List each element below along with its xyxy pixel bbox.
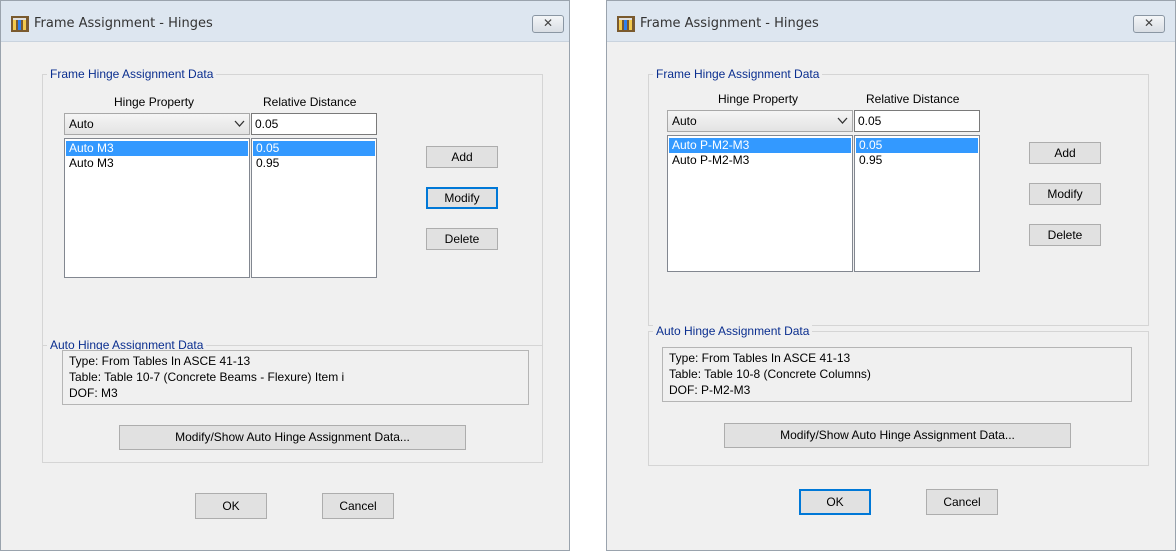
list-item[interactable]: Auto M3 bbox=[66, 156, 248, 171]
modify-button[interactable]: Modify bbox=[1029, 183, 1101, 205]
close-icon: ✕ bbox=[542, 16, 554, 30]
hinge-property-selected: Auto bbox=[69, 117, 94, 131]
list-item[interactable]: Auto P-M2-M3 bbox=[669, 138, 851, 153]
window-title: Frame Assignment - Hinges bbox=[34, 16, 213, 31]
list-item[interactable]: Auto P-M2-M3 bbox=[669, 153, 851, 168]
hinge-property-list[interactable]: Auto P-M2-M3 Auto P-M2-M3 bbox=[667, 135, 853, 272]
modify-show-auto-hinge-button[interactable]: Modify/Show Auto Hinge Assignment Data..… bbox=[724, 423, 1071, 448]
delete-button[interactable]: Delete bbox=[1029, 224, 1101, 246]
close-button[interactable]: ✕ bbox=[1133, 15, 1165, 33]
add-button[interactable]: Add bbox=[1029, 142, 1101, 164]
frame-hinge-group-legend: Frame Hinge Assignment Data bbox=[653, 67, 823, 81]
table-line: Table: Table 10-7 (Concrete Beams - Flex… bbox=[69, 370, 345, 384]
chevron-down-icon bbox=[837, 117, 848, 124]
list-item[interactable]: 0.05 bbox=[253, 141, 375, 156]
modify-button[interactable]: Modify bbox=[426, 187, 498, 209]
delete-button[interactable]: Delete bbox=[426, 228, 498, 250]
frame-hinge-group-legend: Frame Hinge Assignment Data bbox=[47, 67, 217, 81]
type-line: Type: From Tables In ASCE 41-13 bbox=[669, 351, 851, 365]
title-bar: Frame Assignment - Hinges ✕ bbox=[607, 1, 1175, 42]
app-icon bbox=[617, 16, 635, 32]
relative-distance-header: Relative Distance bbox=[263, 95, 357, 109]
relative-distance-header: Relative Distance bbox=[866, 92, 960, 106]
list-item[interactable]: 0.95 bbox=[856, 153, 978, 168]
chevron-down-icon bbox=[234, 120, 245, 127]
relative-distance-input[interactable] bbox=[251, 113, 377, 135]
hinge-property-list[interactable]: Auto M3 Auto M3 bbox=[64, 138, 250, 278]
relative-distance-list[interactable]: 0.05 0.95 bbox=[251, 138, 377, 278]
hinge-property-header: Hinge Property bbox=[718, 92, 799, 106]
relative-distance-input[interactable] bbox=[854, 110, 980, 132]
hinge-dialog-right: Frame Assignment - Hinges ✕ Frame Hinge … bbox=[606, 0, 1176, 551]
title-bar: Frame Assignment - Hinges ✕ bbox=[1, 1, 569, 42]
ok-button[interactable]: OK bbox=[195, 493, 267, 519]
dof-line: DOF: P-M2-M3 bbox=[669, 383, 751, 397]
relative-distance-list[interactable]: 0.05 0.95 bbox=[854, 135, 980, 272]
dof-line: DOF: M3 bbox=[69, 386, 118, 400]
window-title: Frame Assignment - Hinges bbox=[640, 16, 819, 31]
close-icon: ✕ bbox=[1143, 16, 1155, 30]
list-item[interactable]: 0.05 bbox=[856, 138, 978, 153]
app-icon bbox=[11, 16, 29, 32]
add-button[interactable]: Add bbox=[426, 146, 498, 168]
hinge-property-header: Hinge Property bbox=[114, 95, 195, 109]
cancel-button[interactable]: Cancel bbox=[322, 493, 394, 519]
auto-hinge-info-box: Type: From Tables In ASCE 41-13 Table: T… bbox=[662, 347, 1132, 402]
list-item[interactable]: Auto M3 bbox=[66, 141, 248, 156]
close-button[interactable]: ✕ bbox=[532, 15, 564, 33]
ok-button[interactable]: OK bbox=[799, 489, 871, 515]
list-item[interactable]: 0.95 bbox=[253, 156, 375, 171]
cancel-button[interactable]: Cancel bbox=[926, 489, 998, 515]
hinge-property-dropdown[interactable]: Auto bbox=[64, 113, 250, 135]
type-line: Type: From Tables In ASCE 41-13 bbox=[69, 354, 251, 368]
auto-hinge-info-box: Type: From Tables In ASCE 41-13 Table: T… bbox=[62, 350, 529, 405]
modify-show-auto-hinge-button[interactable]: Modify/Show Auto Hinge Assignment Data..… bbox=[119, 425, 466, 450]
table-line: Table: Table 10-8 (Concrete Columns) bbox=[669, 367, 871, 381]
auto-hinge-group-legend: Auto Hinge Assignment Data bbox=[653, 324, 813, 338]
hinge-property-dropdown[interactable]: Auto bbox=[667, 110, 853, 132]
hinge-dialog-left: Frame Assignment - Hinges ✕ Frame Hinge … bbox=[0, 0, 570, 551]
hinge-property-selected: Auto bbox=[672, 114, 697, 128]
